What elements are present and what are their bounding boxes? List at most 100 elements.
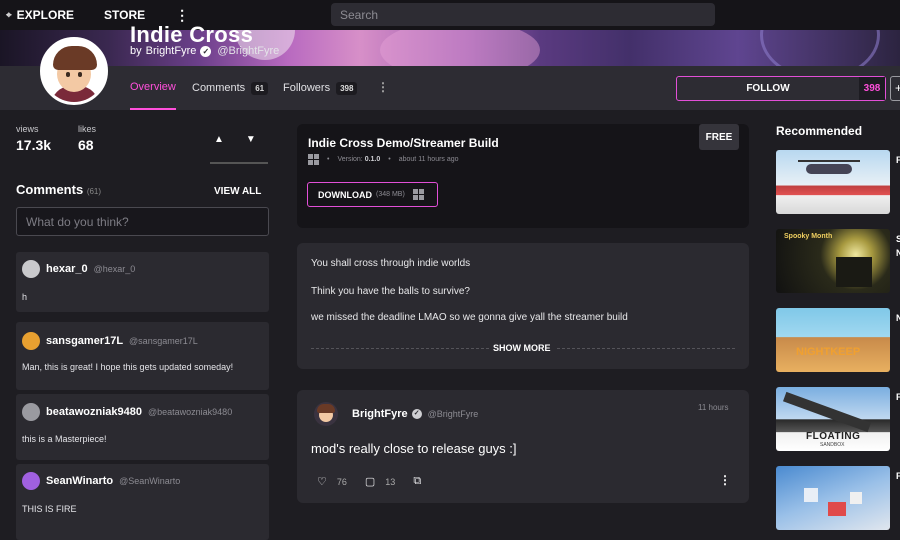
comment-author[interactable]: SeanWinarto: [46, 475, 113, 487]
show-more-button[interactable]: SHOW MORE: [493, 343, 551, 353]
recommended-title[interactable]: F: [896, 392, 900, 402]
profile-subnav: Overview Comments 61 Followers 398 ⋮ FOL…: [0, 66, 900, 110]
updated-time: about 11 hours ago: [398, 156, 459, 163]
share-icon[interactable]: ⧉: [413, 475, 421, 488]
thumbs-down-icon[interactable]: ▼: [246, 134, 256, 145]
comment-author[interactable]: beatawozniak9480: [46, 406, 142, 418]
comments-count: (61): [86, 187, 102, 196]
recommended-thumbnail[interactable]: [776, 466, 890, 530]
explore-link[interactable]: ⌖ EXPLORE: [0, 8, 74, 22]
comment-item: beatawozniak9480 @beatawozniak9480 this …: [16, 394, 269, 460]
comment-handle: @beatawozniak9480: [148, 407, 233, 417]
recommended-title-line2[interactable]: N: [896, 248, 900, 258]
recommended-title[interactable]: F: [896, 155, 900, 165]
divider: [557, 348, 735, 349]
download-size: (348 MB): [376, 191, 405, 198]
recommended-thumbnail[interactable]: NIGHTKEEP: [776, 308, 890, 372]
thumb-title: FLOATING: [806, 431, 861, 442]
price-badge: FREE: [699, 124, 739, 150]
comment-count: 13: [385, 476, 396, 487]
thumb-art: [850, 492, 862, 504]
comments-heading: Comments (61): [16, 182, 101, 197]
heart-icon[interactable]: ♡: [317, 475, 327, 488]
explore-label: EXPLORE: [16, 8, 74, 22]
recommended-title[interactable]: S: [896, 234, 900, 244]
tab-label: Overview: [130, 81, 176, 93]
build-meta: • Version: 0.1.0 • about 11 hours ago: [308, 154, 459, 165]
build-title: Indie Cross Demo/Streamer Build: [308, 136, 499, 150]
post-menu-icon[interactable]: ⋮: [719, 473, 731, 487]
thumb-art: [836, 257, 872, 287]
version-label: Version:: [337, 156, 363, 163]
comment-input[interactable]: What do you think?: [16, 207, 269, 236]
comment-text: this is a Masterpiece!: [22, 434, 107, 444]
search-input[interactable]: Search: [331, 3, 715, 26]
download-label: DOWNLOAD: [318, 189, 372, 200]
post-author[interactable]: BrightFyre: [352, 408, 408, 420]
comment-item: hexar_0 @hexar_0 h: [16, 252, 269, 312]
compass-icon: ⌖: [6, 9, 12, 21]
more-options-icon[interactable]: ⋮: [377, 80, 389, 94]
tab-label: Comments: [192, 82, 246, 94]
recommended-thumbnail[interactable]: [776, 150, 890, 214]
thumb-art: [798, 160, 860, 162]
comment-header: hexar_0 @hexar_0: [22, 260, 135, 278]
add-to-collection-button[interactable]: +: [890, 76, 900, 101]
follower-count: 398: [859, 77, 885, 100]
comment-icon[interactable]: ▢: [365, 475, 375, 488]
description-line: You shall cross through indie worlds: [311, 258, 471, 269]
windows-icon: [412, 189, 424, 200]
tab-label: Followers: [283, 82, 331, 94]
follow-button[interactable]: FOLLOW 398: [676, 76, 886, 101]
version-info: Version: 0.1.0: [337, 156, 380, 163]
avatar[interactable]: [22, 260, 40, 278]
comment-text: h: [22, 292, 28, 302]
meta-separator: •: [388, 156, 391, 163]
views-value: 17.3k: [16, 137, 52, 153]
thumb-art: [828, 502, 846, 516]
avatar-hair: [317, 404, 335, 413]
comment-item: sansgamer17L @sansgamer17L Man, this is …: [16, 322, 269, 390]
tab-comments[interactable]: Comments 61: [192, 66, 269, 110]
store-link[interactable]: STORE: [104, 8, 145, 22]
comment-header: sansgamer17L @sansgamer17L: [22, 332, 198, 350]
thumbs-up-icon[interactable]: ▲: [214, 134, 224, 145]
verified-icon: ✓: [411, 409, 422, 419]
divider: [311, 348, 489, 349]
tab-overview[interactable]: Overview: [130, 66, 176, 110]
recommended-title[interactable]: N: [896, 313, 900, 323]
avatar[interactable]: [314, 402, 338, 426]
avatar[interactable]: [22, 332, 40, 350]
comment-header: beatawozniak9480 @beatawozniak9480: [22, 403, 232, 421]
post-time: 11 hours: [698, 403, 729, 412]
thumb-art: [783, 391, 871, 433]
view-all-comments-link[interactable]: VIEW ALL: [214, 186, 261, 197]
recommended-thumbnail[interactable]: FLOATING SANDBOX: [776, 387, 890, 451]
comment-author[interactable]: hexar_0: [46, 263, 88, 275]
description-card: You shall cross through indie worlds Thi…: [297, 243, 749, 369]
avatar[interactable]: [22, 403, 40, 421]
tab-followers[interactable]: Followers 398: [283, 66, 358, 110]
recommended-title[interactable]: F: [896, 471, 900, 481]
verified-icon: ✓: [200, 45, 212, 57]
like-controls: ▲ ▼: [214, 134, 256, 145]
like-count: 76: [336, 476, 347, 487]
avatar[interactable]: [22, 472, 40, 490]
author-line: by BrightFyre ✓ @BrightFyre: [130, 45, 279, 57]
author-name[interactable]: BrightFyre: [146, 45, 197, 57]
post-actions: ♡ 76 ▢ 13 ⧉: [317, 475, 431, 488]
download-button[interactable]: DOWNLOAD (348 MB): [307, 182, 438, 207]
post-text: mod's really close to release guys :]: [311, 441, 517, 456]
likes-label: likes: [78, 124, 97, 134]
recommended-thumbnail[interactable]: Spooky Month: [776, 229, 890, 293]
comment-handle: @sansgamer17L: [129, 336, 198, 346]
avatar-eye: [66, 72, 70, 77]
build-card: Indie Cross Demo/Streamer Build • Versio…: [297, 124, 749, 228]
author-handle[interactable]: @BrightFyre: [217, 45, 279, 57]
avatar-hair: [53, 46, 97, 70]
comment-author[interactable]: sansgamer17L: [46, 335, 123, 347]
banner-art-2: [380, 30, 540, 66]
windows-icon: [308, 154, 319, 165]
comment-header: SeanWinarto @SeanWinarto: [22, 472, 180, 490]
more-menu-icon[interactable]: ⋮: [175, 8, 189, 22]
